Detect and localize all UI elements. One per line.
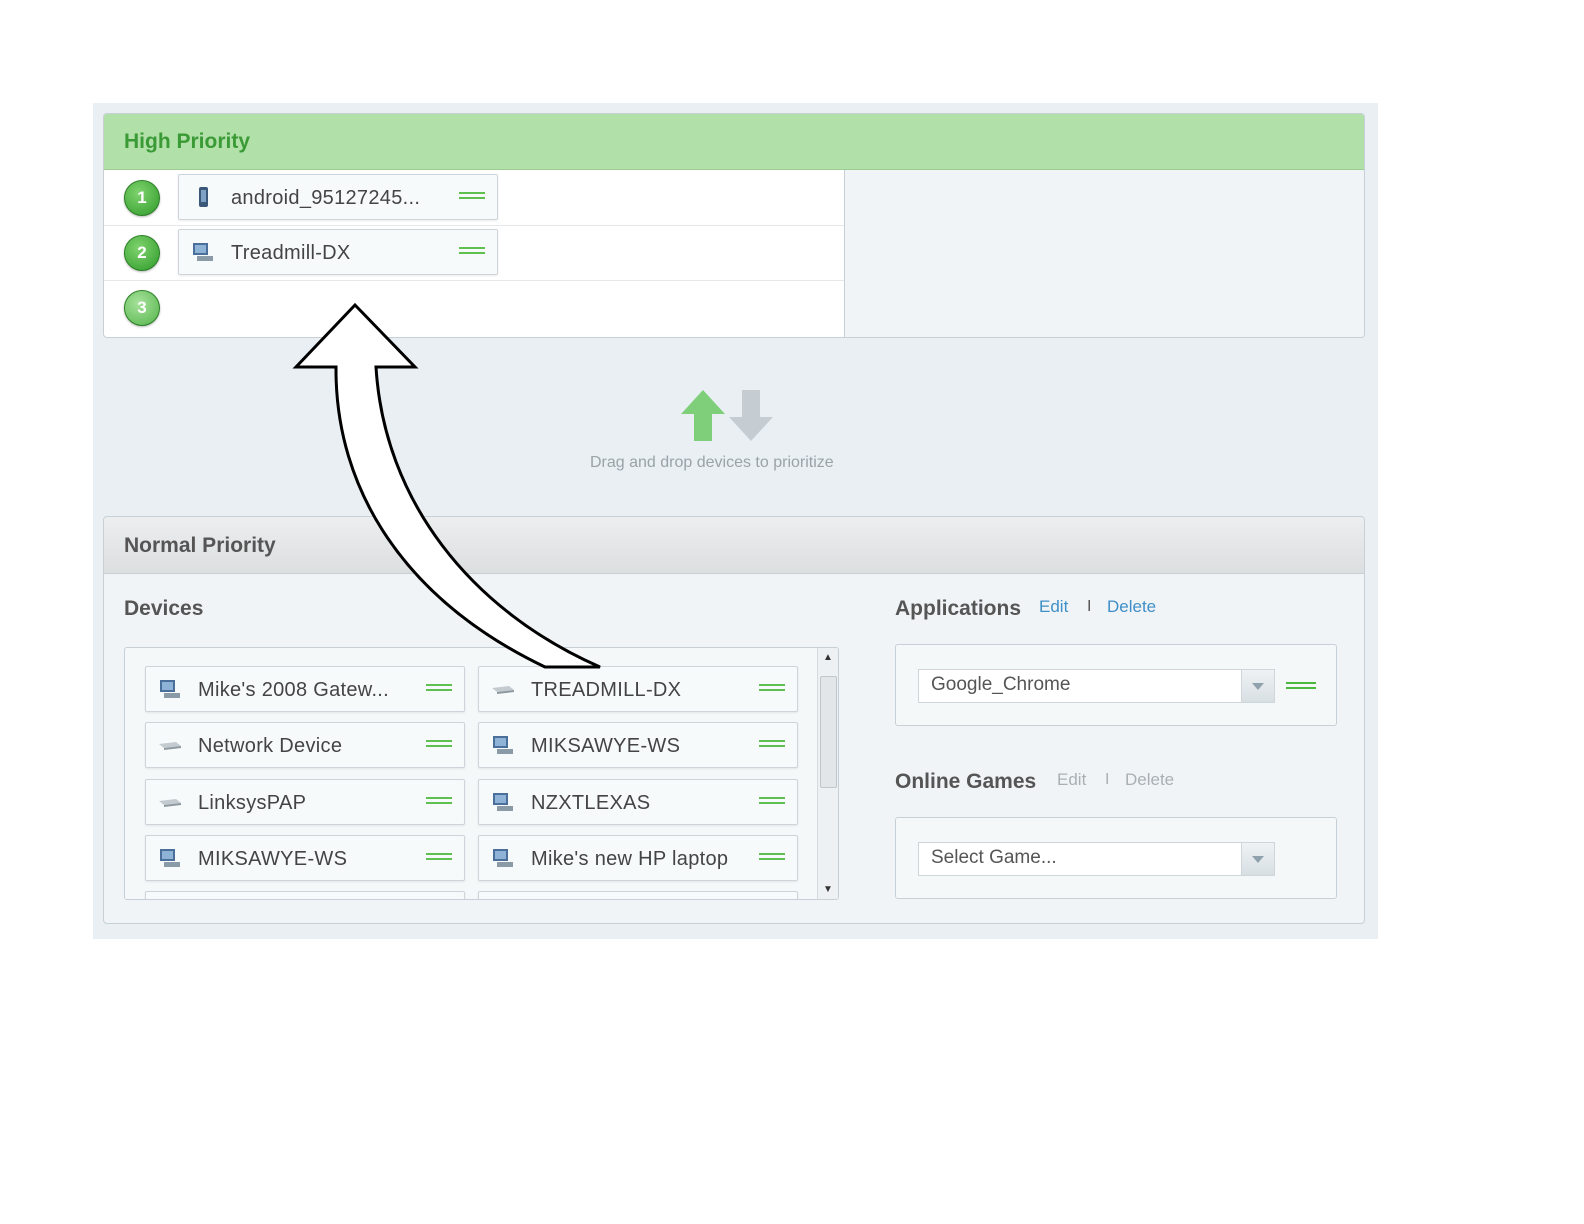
network-device-icon [492, 686, 514, 694]
priority-slot-2[interactable]: 2 Treadmill-DX [104, 225, 844, 281]
slot-number-badge: 2 [124, 235, 160, 271]
priority-panel: High Priority 1 android_95127245... 2 Tr… [93, 103, 1378, 939]
computer-icon [193, 243, 213, 261]
applications-delete-link[interactable]: Delete [1107, 597, 1156, 617]
dropdown-arrow-icon[interactable] [1241, 670, 1274, 702]
device-name: Mike's new HP laptop [531, 848, 729, 870]
device-list: Mike's 2008 Gatew... TREADMILL-DX Networ… [124, 647, 839, 900]
game-select[interactable]: Select Game... [918, 842, 1275, 876]
slot-number-badge: 1 [124, 180, 160, 216]
high-priority-title: High Priority [124, 130, 251, 153]
device-name: Treadmill-DX [231, 242, 351, 264]
online-games-title: Online Games [895, 770, 1037, 793]
drag-handle-icon[interactable] [426, 853, 452, 863]
device-name: Network Device [198, 735, 343, 757]
high-priority-box: High Priority 1 android_95127245... 2 Tr… [103, 113, 1365, 338]
drag-handle-icon[interactable] [1286, 682, 1316, 692]
online-games-edit-link[interactable]: Edit [1057, 770, 1086, 790]
drag-handle-icon[interactable] [759, 684, 785, 694]
dropdown-arrow-icon[interactable] [1241, 843, 1274, 875]
device-card[interactable]: Mike's 2008 Gatew... [145, 666, 465, 712]
device-list-scrollbar[interactable]: ▲ ▼ [817, 648, 838, 899]
drag-handle-icon[interactable] [459, 192, 485, 202]
device-name: TREADMILL-DX [531, 679, 682, 701]
device-name: MIKSAWYE-WS [198, 848, 348, 870]
device-card[interactable]: Treadmill-DX [178, 229, 498, 275]
priority-slot-1[interactable]: 1 android_95127245... [104, 170, 844, 226]
application-select[interactable]: Google_Chrome [918, 669, 1275, 703]
drag-drop-text: Drag and drop devices to prioritize [590, 454, 834, 471]
drag-handle-icon[interactable] [426, 740, 452, 750]
applications-box: Google_Chrome [895, 644, 1337, 726]
computer-icon [160, 849, 180, 867]
drag-handle-icon[interactable] [426, 684, 452, 694]
application-select-value: Google_Chrome [931, 674, 1071, 695]
device-card[interactable] [478, 891, 798, 899]
link-separator: I [1087, 598, 1092, 615]
drag-handle-icon[interactable] [759, 740, 785, 750]
high-priority-header: High Priority [104, 114, 1364, 170]
devices-title: Devices [124, 597, 204, 620]
device-card[interactable] [145, 891, 465, 899]
priority-arrows-icon [681, 390, 773, 441]
network-device-icon [159, 742, 181, 750]
device-card[interactable]: Network Device [145, 722, 465, 768]
computer-icon [493, 793, 513, 811]
phone-icon [199, 187, 208, 207]
device-name: NZXTLEXAS [531, 792, 651, 814]
online-games-delete-link[interactable]: Delete [1125, 770, 1174, 790]
network-device-icon [159, 799, 181, 807]
high-priority-side-area [844, 170, 1364, 337]
device-card[interactable]: MIKSAWYE-WS [478, 722, 798, 768]
device-card[interactable]: NZXTLEXAS [478, 779, 798, 825]
slot-number-badge: 3 [124, 290, 160, 326]
drag-handle-icon[interactable] [759, 797, 785, 807]
scroll-down-icon[interactable]: ▼ [823, 884, 833, 895]
device-card[interactable]: MIKSAWYE-WS [145, 835, 465, 881]
scroll-thumb[interactable] [820, 676, 837, 788]
drag-handle-icon[interactable] [426, 797, 452, 807]
device-name: MIKSAWYE-WS [531, 735, 681, 757]
device-name: LinksysPAP [198, 792, 307, 814]
device-name: Mike's 2008 Gatew... [198, 679, 390, 701]
applications-edit-link[interactable]: Edit [1039, 597, 1068, 617]
game-select-value: Select Game... [931, 847, 1057, 868]
priority-slot-3[interactable]: 3 [104, 280, 844, 335]
link-separator: I [1105, 771, 1110, 788]
drag-handle-icon[interactable] [759, 853, 785, 863]
normal-priority-box: Normal Priority Devices Mike's 2008 Gate… [103, 516, 1365, 924]
device-name: android_95127245... [231, 187, 421, 209]
computer-icon [493, 736, 513, 754]
applications-title: Applications [895, 597, 1022, 620]
normal-priority-title: Normal Priority [124, 534, 276, 557]
computer-icon [493, 849, 513, 867]
device-card[interactable]: android_95127245... [178, 174, 498, 220]
normal-priority-header: Normal Priority [104, 517, 1364, 574]
device-card[interactable]: Mike's new HP laptop [478, 835, 798, 881]
drag-drop-hint: Drag and drop devices to prioritize [93, 333, 1378, 503]
computer-icon [160, 680, 180, 698]
scroll-up-icon[interactable]: ▲ [823, 652, 833, 663]
online-games-box: Select Game... [895, 817, 1337, 899]
device-card[interactable]: TREADMILL-DX [478, 666, 798, 712]
device-card[interactable]: LinksysPAP [145, 779, 465, 825]
drag-handle-icon[interactable] [459, 247, 485, 257]
